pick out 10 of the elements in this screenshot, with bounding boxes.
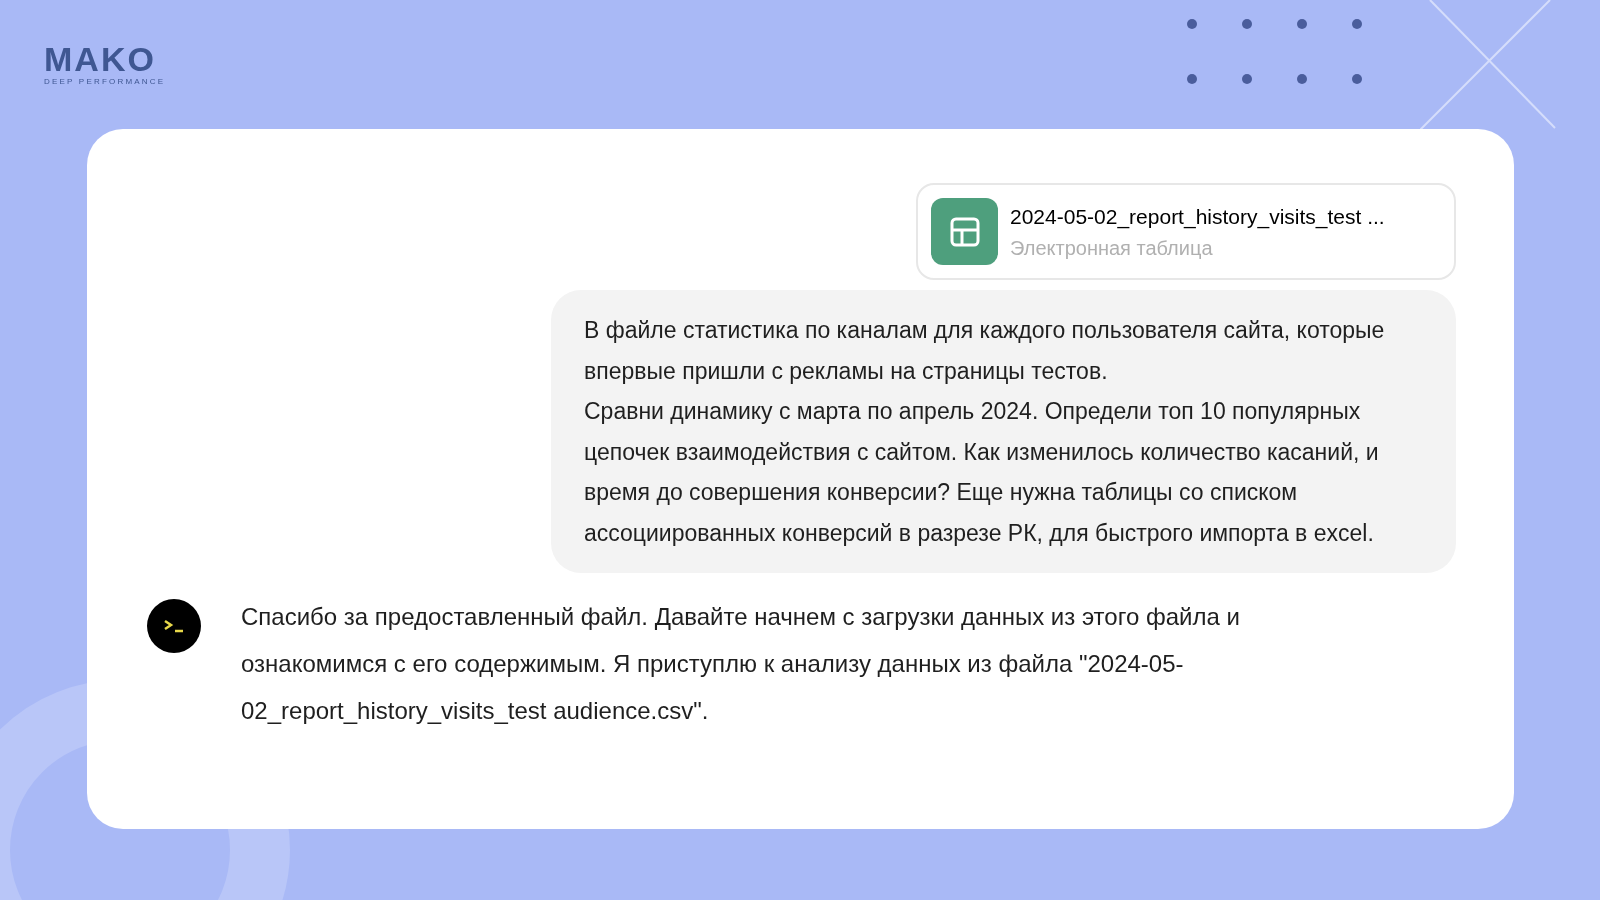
message-paragraph: Сравни динамику с марта по апрель 2024. Определи топ 10 популярных цепочек взаимодействия с сайтом. Как изменилось количество касаний, и время до совершения конверсии? Еще нужна таблицы со списком ассоциированных конверсий в разрезе РК, для быстрого импорта в excel. [584, 397, 1380, 548]
file-name: 2024-05-02_report_history_visits_test ... [1010, 203, 1385, 231]
assistant-message: Спасибо за предоставленный файл. Давайте начнем с загрузки данных из этого файла и ознакомимся с его содержимым. Я приступлю к анализу данных из файла "2024-05-02_report_history_visits_test audience.csv". [241, 602, 1241, 726]
spreadsheet-icon [931, 198, 998, 265]
file-attachment-card[interactable]: 2024-05-02_report_history_visits_test ... Электронная таблица [916, 183, 1456, 280]
terminal-prompt-icon [163, 619, 185, 633]
message-paragraph: В файле статистика по каналам для каждого пользователя сайта, которые впервые пришли с рекламы на страницы тестов. [584, 316, 1386, 386]
file-type: Электронная таблица [1010, 235, 1214, 261]
logo-tagline: DEEP PERFORMANCE [44, 76, 166, 88]
logo-wordmark: MAKO [44, 42, 156, 76]
